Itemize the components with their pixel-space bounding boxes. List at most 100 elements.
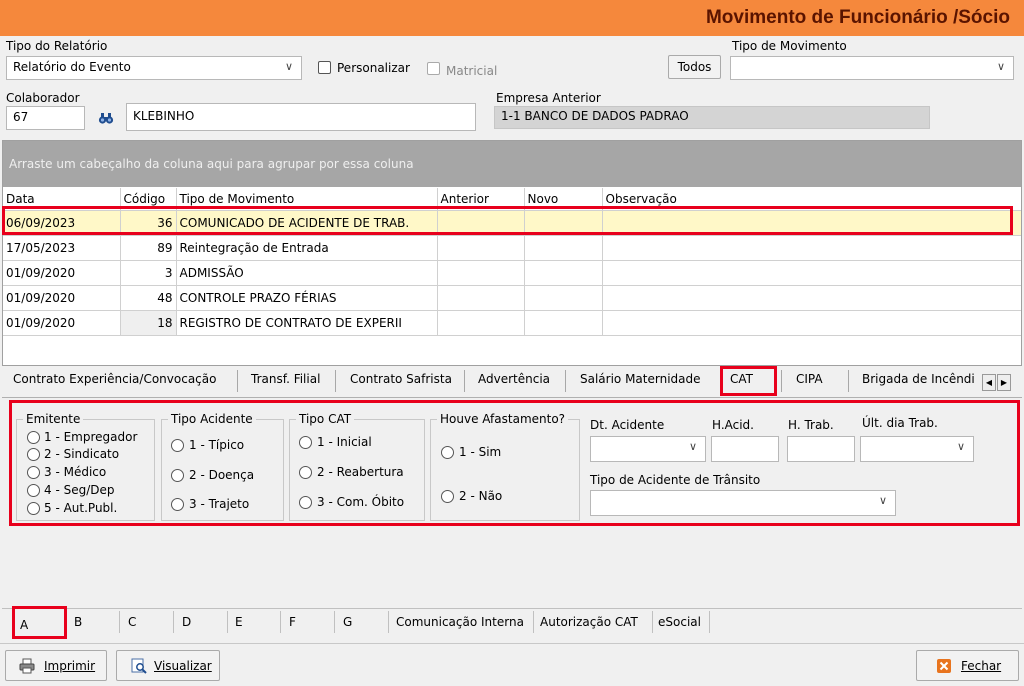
emitente-radio-2[interactable]	[27, 448, 40, 461]
cell-data: 01/09/2020	[3, 260, 121, 286]
tipo-cat-radio-3[interactable]	[299, 496, 312, 509]
bottom-tab-d[interactable]: D	[182, 615, 191, 629]
cell-codigo: 18	[120, 310, 177, 336]
matricial-checkbox[interactable]	[427, 62, 440, 75]
cell-anterior	[437, 260, 525, 286]
tipo-acidente-option-1: 1 - Típico	[189, 438, 245, 452]
col-data-header[interactable]: Data	[3, 188, 121, 211]
bottom-tab-f[interactable]: F	[289, 615, 296, 629]
cell-novo	[524, 285, 603, 311]
imprimir-label: Imprimir	[44, 659, 96, 673]
tipo-cat-radio-2[interactable]	[299, 466, 312, 479]
tab-brigada-incendio[interactable]: Brigada de Incêndi	[862, 372, 980, 386]
group-by-panel[interactable]: Arraste um cabeçalho da coluna aqui para…	[3, 141, 1021, 187]
colaborador-code-input[interactable]: 67	[6, 106, 85, 130]
cell-novo	[524, 210, 603, 236]
personalizar-checkbox[interactable]	[318, 61, 331, 74]
col-codigo-header[interactable]: Código	[120, 188, 177, 211]
visualizar-button[interactable]: Visualizar	[116, 650, 220, 681]
tab-contrato-safrista[interactable]: Contrato Safrista	[350, 372, 452, 386]
colaborador-label: Colaborador	[6, 91, 80, 105]
tab-cat[interactable]: CAT	[730, 372, 753, 386]
h-acid-input[interactable]	[711, 436, 779, 462]
afastamento-radio-sim[interactable]	[441, 446, 454, 459]
tab-advertencia[interactable]: Advertência	[478, 372, 550, 386]
close-icon	[937, 659, 951, 673]
emitente-radio-3[interactable]	[27, 466, 40, 479]
imprimir-button[interactable]: Imprimir	[5, 650, 107, 681]
tipo-relatorio-select[interactable]: Relatório do Evento ∨	[6, 56, 302, 80]
bottom-tab-a[interactable]: A	[20, 618, 28, 632]
fechar-button[interactable]: Fechar	[916, 650, 1019, 681]
table-row[interactable]: 01/09/2020 3 ADMISSÃO	[3, 260, 1021, 286]
emitente-radio-5[interactable]	[27, 502, 40, 515]
tipo-movimento-select[interactable]: ∨	[730, 56, 1014, 80]
emitente-option-1: 1 - Empregador	[44, 430, 138, 444]
ult-dia-trab-label: Últ. dia Trab.	[862, 416, 938, 430]
emitente-radio-1[interactable]	[27, 431, 40, 444]
cell-codigo: 36	[120, 210, 177, 236]
movimentos-table: Data Código Tipo de Movimento Anterior N…	[3, 188, 1021, 336]
tab-scroll-right-icon[interactable]: ▶	[997, 374, 1011, 391]
tipo-acidente-radio-1[interactable]	[171, 439, 184, 452]
binoculars-icon[interactable]	[98, 110, 114, 126]
col-novo-header[interactable]: Novo	[524, 188, 603, 211]
fechar-label: Fechar	[961, 659, 1002, 673]
dt-acidente-input[interactable]: ∨	[590, 436, 706, 462]
tab-divider	[227, 611, 228, 633]
bottom-tab-c[interactable]: C	[128, 615, 136, 629]
tipo-acidente-transito-select[interactable]: ∨	[590, 490, 896, 516]
tipo-acidente-title: Tipo Acidente	[168, 412, 256, 426]
cell-codigo: 89	[120, 235, 177, 261]
cell-tipo: ADMISSÃO	[176, 260, 438, 286]
cell-novo	[524, 260, 603, 286]
table-row[interactable]: 17/05/2023 89 Reintegração de Entrada	[3, 235, 1021, 261]
emitente-radio-4[interactable]	[27, 484, 40, 497]
col-tipo-header[interactable]: Tipo de Movimento	[176, 188, 438, 211]
tab-strip: Contrato Experiência/Convocação Transf. …	[2, 366, 1022, 398]
cell-data: 01/09/2020	[3, 310, 121, 336]
bottom-tab-g[interactable]: G	[343, 615, 352, 629]
tab-contrato-experiencia[interactable]: Contrato Experiência/Convocação	[13, 372, 216, 386]
tipo-cat-option-3: 3 - Com. Óbito	[317, 495, 405, 509]
tab-salario-maternidade[interactable]: Salário Maternidade	[580, 372, 701, 386]
emitente-option-5: 5 - Aut.Publ.	[44, 501, 118, 515]
h-trab-input[interactable]	[787, 436, 855, 462]
colaborador-name-input[interactable]: KLEBINHO	[126, 103, 476, 131]
tipo-cat-radio-1[interactable]	[299, 436, 312, 449]
bottom-tab-comunicacao-interna[interactable]: Comunicação Interna	[396, 615, 524, 629]
chevron-down-icon: ∨	[688, 440, 697, 453]
col-anterior-header[interactable]: Anterior	[437, 188, 525, 211]
todos-button[interactable]: Todos	[668, 55, 721, 79]
table-row[interactable]: 06/09/2023 36 COMUNICADO DE ACIDENTE DE …	[3, 210, 1021, 236]
table-row[interactable]: 01/09/2020 18 REGISTRO DE CONTRATO DE EX…	[3, 310, 1021, 336]
tipo-acidente-transito-label: Tipo de Acidente de Trânsito	[590, 473, 761, 487]
tipo-acidente-radio-3[interactable]	[171, 498, 184, 511]
printer-icon	[19, 658, 35, 674]
cell-anterior	[437, 235, 525, 261]
table-header-row: Data Código Tipo de Movimento Anterior N…	[3, 188, 1021, 211]
emitente-title: Emitente	[23, 412, 84, 426]
tipo-acidente-radio-2[interactable]	[171, 469, 184, 482]
tab-cipa[interactable]: CIPA	[796, 372, 823, 386]
tab-scroll-left-icon[interactable]: ◀	[982, 374, 996, 391]
tab-transf-filial[interactable]: Transf. Filial	[251, 372, 320, 386]
cell-tipo: COMUNICADO DE ACIDENTE DE TRAB.	[176, 210, 438, 236]
afastamento-radio-nao[interactable]	[441, 490, 454, 503]
tab-divider	[335, 370, 336, 392]
table-row[interactable]: 01/09/2020 48 CONTROLE PRAZO FÉRIAS	[3, 285, 1021, 311]
bottom-tab-e[interactable]: E	[235, 615, 243, 629]
cell-tipo: CONTROLE PRAZO FÉRIAS	[176, 285, 438, 311]
cell-anterior	[437, 310, 525, 336]
tab-divider	[709, 611, 710, 633]
bottom-tab-autorizacao-cat[interactable]: Autorização CAT	[540, 615, 638, 629]
bottom-tab-esocial[interactable]: eSocial	[658, 615, 701, 629]
visualizar-label: Visualizar	[154, 659, 212, 673]
ult-dia-trab-input[interactable]: ∨	[860, 436, 974, 462]
tab-divider	[66, 611, 67, 633]
cell-codigo: 48	[120, 285, 177, 311]
chevron-down-icon: ∨	[878, 494, 887, 507]
bottom-tab-b[interactable]: B	[74, 615, 82, 629]
col-observacao-header[interactable]: Observação	[602, 188, 1021, 211]
movimentos-grid[interactable]: Arraste um cabeçalho da coluna aqui para…	[2, 140, 1022, 366]
